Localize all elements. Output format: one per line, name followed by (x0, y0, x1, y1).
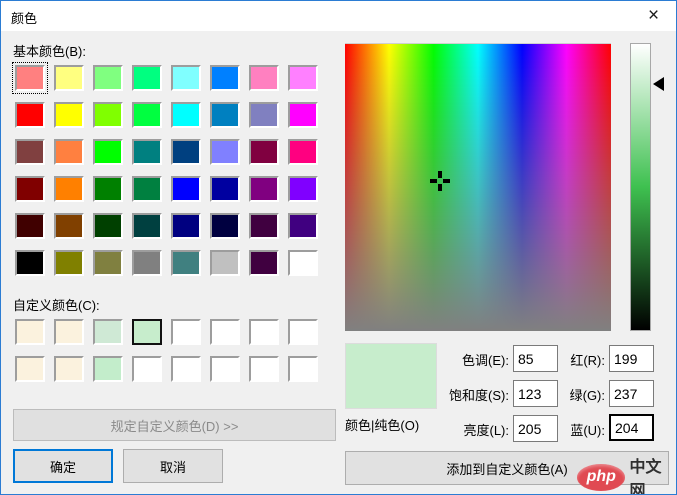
color-swatch[interactable] (93, 213, 123, 239)
color-swatch[interactable] (171, 65, 201, 91)
color-dialog: 颜色 × 基本颜色(B): 自定义颜色(C): 规定自定义颜色(D) >> 确定… (0, 0, 677, 495)
color-swatch[interactable] (288, 319, 318, 345)
color-swatch[interactable] (54, 65, 84, 91)
color-swatch[interactable] (54, 176, 84, 202)
luminance-label: 亮度(L): (391, 420, 509, 439)
cancel-button[interactable]: 取消 (123, 449, 223, 483)
ok-button[interactable]: 确定 (13, 449, 113, 483)
color-swatch[interactable] (210, 139, 240, 165)
basic-color-grid (15, 65, 318, 276)
color-swatch[interactable] (210, 65, 240, 91)
hue-saturation-field[interactable] (345, 43, 611, 331)
color-swatch[interactable] (15, 176, 45, 202)
color-swatch[interactable] (288, 213, 318, 239)
color-swatch[interactable] (210, 356, 240, 382)
color-swatch[interactable] (171, 319, 201, 345)
color-swatch[interactable] (171, 213, 201, 239)
title-bar: 颜色 × (1, 1, 676, 31)
color-swatch[interactable] (15, 213, 45, 239)
blue-label: 蓝(U): (541, 420, 605, 439)
color-swatch[interactable] (210, 213, 240, 239)
color-swatch[interactable] (54, 213, 84, 239)
color-swatch[interactable] (249, 102, 279, 128)
red-input[interactable] (609, 345, 654, 372)
color-swatch[interactable] (93, 356, 123, 382)
color-swatch[interactable] (132, 319, 162, 345)
color-swatch[interactable] (15, 65, 45, 91)
color-swatch[interactable] (15, 319, 45, 345)
color-swatch[interactable] (288, 356, 318, 382)
color-swatch[interactable] (171, 139, 201, 165)
color-swatch[interactable] (132, 176, 162, 202)
red-label: 红(R): (541, 350, 605, 369)
blue-input[interactable] (609, 414, 654, 441)
color-swatch[interactable] (249, 139, 279, 165)
color-swatch[interactable] (288, 102, 318, 128)
color-swatch[interactable] (93, 139, 123, 165)
color-swatch[interactable] (249, 65, 279, 91)
color-swatch[interactable] (171, 102, 201, 128)
color-swatch[interactable] (132, 356, 162, 382)
custom-color-grid (15, 319, 318, 382)
color-swatch[interactable] (132, 250, 162, 276)
color-swatch[interactable] (249, 213, 279, 239)
color-swatch[interactable] (249, 356, 279, 382)
color-swatch[interactable] (54, 139, 84, 165)
color-swatch[interactable] (54, 250, 84, 276)
color-swatch[interactable] (210, 250, 240, 276)
color-swatch[interactable] (15, 102, 45, 128)
php-logo-icon: php (577, 464, 625, 491)
color-swatch[interactable] (132, 102, 162, 128)
hue-label: 色调(E): (391, 350, 509, 369)
saturation-label: 饱和度(S): (391, 385, 509, 404)
color-swatch[interactable] (210, 102, 240, 128)
color-swatch[interactable] (249, 250, 279, 276)
color-swatch[interactable] (288, 250, 318, 276)
color-swatch[interactable] (132, 213, 162, 239)
custom-colors-label: 自定义颜色(C): (13, 295, 100, 314)
color-swatch[interactable] (54, 319, 84, 345)
color-swatch[interactable] (54, 356, 84, 382)
basic-colors-label: 基本颜色(B): (13, 41, 86, 60)
luminance-slider[interactable] (630, 43, 651, 331)
green-label: 绿(G): (541, 385, 605, 404)
close-icon: × (648, 5, 659, 27)
color-swatch[interactable] (171, 250, 201, 276)
close-button[interactable]: × (631, 1, 676, 31)
color-swatch[interactable] (249, 176, 279, 202)
color-swatch[interactable] (54, 102, 84, 128)
luminance-arrow-icon[interactable] (653, 77, 664, 91)
color-swatch[interactable] (210, 176, 240, 202)
color-swatch[interactable] (93, 65, 123, 91)
color-swatch[interactable] (15, 250, 45, 276)
green-input[interactable] (609, 380, 654, 407)
watermark: php 中文网 (577, 453, 676, 495)
color-swatch[interactable] (93, 102, 123, 128)
color-swatch[interactable] (288, 176, 318, 202)
color-swatch[interactable] (93, 319, 123, 345)
color-swatch[interactable] (210, 319, 240, 345)
color-swatch[interactable] (288, 65, 318, 91)
color-swatch[interactable] (132, 65, 162, 91)
color-swatch[interactable] (249, 319, 279, 345)
watermark-text: 中文网 (629, 453, 676, 495)
color-swatch[interactable] (15, 139, 45, 165)
color-swatch[interactable] (171, 176, 201, 202)
color-swatch[interactable] (132, 139, 162, 165)
color-swatch[interactable] (93, 176, 123, 202)
color-swatch[interactable] (171, 356, 201, 382)
color-swatch[interactable] (288, 139, 318, 165)
window-title: 颜色 (11, 8, 37, 27)
color-swatch[interactable] (15, 356, 45, 382)
color-swatch[interactable] (93, 250, 123, 276)
define-custom-colors-button: 规定自定义颜色(D) >> (13, 409, 336, 441)
